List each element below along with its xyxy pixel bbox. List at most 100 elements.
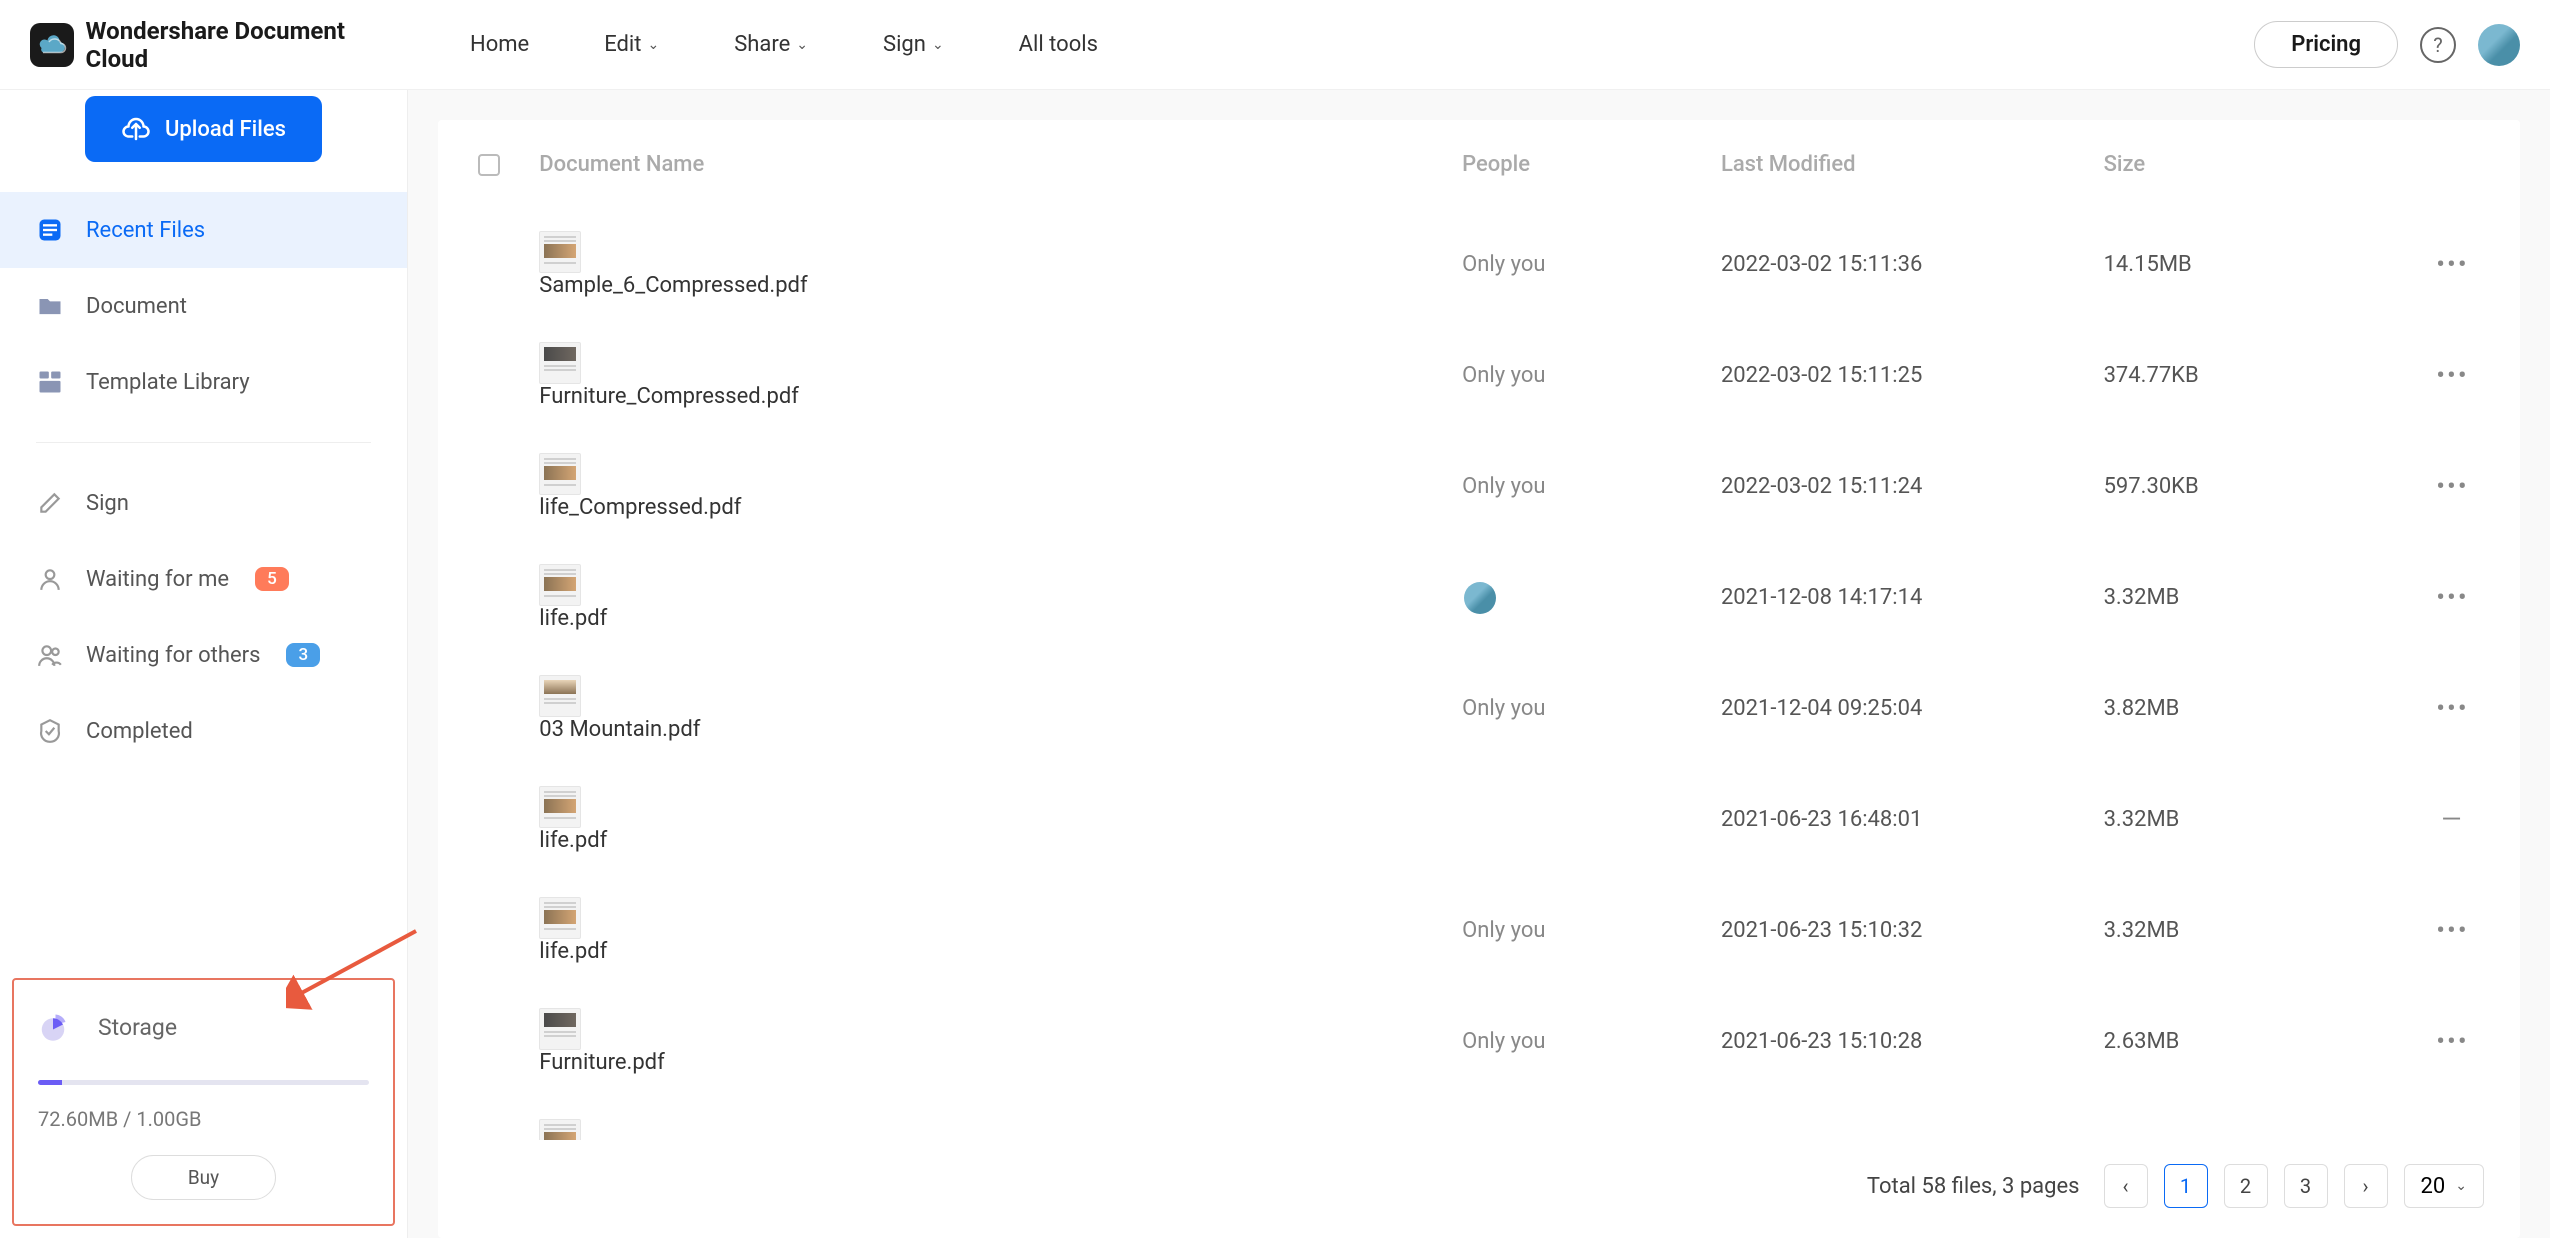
- table-row[interactable]: life_Compressed.pdfOnly you2022-03-02 15…: [438, 431, 2520, 542]
- col-name[interactable]: Document Name: [539, 120, 1462, 209]
- file-name: life_Compressed.pdf: [539, 495, 741, 520]
- table-row[interactable]: Furniture_Compressed.pdf Only you2022-03-…: [438, 320, 2520, 431]
- person-icon: [36, 565, 64, 593]
- chevron-down-icon: ⌄: [647, 37, 659, 53]
- no-actions: —: [2441, 1138, 2463, 1141]
- nav-all-tools[interactable]: All tools: [1019, 32, 1098, 57]
- next-page-button[interactable]: ›: [2344, 1164, 2388, 1208]
- file-name: life.pdf: [539, 606, 607, 631]
- sidebar-item-label: Waiting for me: [86, 567, 229, 592]
- table-row[interactable]: Sample_6.pdf2021-05-31 22:40:0133.39MB—: [438, 1097, 2520, 1140]
- storage-usage-text: 72.60MB / 1.00GB: [38, 1107, 369, 1131]
- more-actions-icon[interactable]: •••: [2436, 694, 2468, 724]
- file-size: 597.30KB: [2104, 431, 2385, 542]
- people-icon: [36, 641, 64, 669]
- table-row[interactable]: life.pdfOnly you2021-06-23 15:10:323.32M…: [438, 875, 2520, 986]
- storage-title: Storage: [98, 1014, 177, 1041]
- header-right: Pricing ?: [2254, 21, 2520, 68]
- col-people[interactable]: People: [1462, 120, 1721, 209]
- page-button-2[interactable]: 2: [2224, 1164, 2268, 1208]
- prev-page-button[interactable]: ‹: [2104, 1164, 2148, 1208]
- badge-count: 3: [286, 643, 320, 667]
- brand-text: Wondershare Document Cloud: [86, 17, 410, 73]
- pagination-total: Total 58 files, 3 pages: [1867, 1174, 2080, 1199]
- content-area: Document Name People Last Modified Size …: [408, 90, 2550, 1238]
- file-modified: 2021-06-23 16:48:01: [1721, 764, 2104, 875]
- file-thumb: [539, 453, 581, 495]
- cloud-upload-icon: [121, 114, 151, 144]
- file-size: 3.32MB: [2104, 764, 2385, 875]
- col-size[interactable]: Size: [2104, 120, 2385, 209]
- top-nav: Home Edit⌄ Share⌄ Sign⌄ All tools: [410, 32, 2254, 57]
- file-size: 3.32MB: [2104, 542, 2385, 653]
- nav-sign[interactable]: Sign⌄: [883, 32, 944, 57]
- file-thumb: [539, 1008, 581, 1050]
- sidebar-template-library[interactable]: Template Library: [0, 344, 407, 420]
- sidebar-completed[interactable]: Completed: [0, 693, 407, 769]
- pen-icon: [36, 489, 64, 517]
- file-size: 3.32MB: [2104, 875, 2385, 986]
- sidebar-item-label: Recent Files: [86, 218, 205, 243]
- pie-chart-icon: [38, 1012, 68, 1042]
- chevron-down-icon: ⌄: [796, 37, 808, 53]
- file-name: Furniture_Compressed.pdf: [539, 384, 799, 409]
- nav-home[interactable]: Home: [470, 32, 529, 57]
- sidebar-item-label: Completed: [86, 719, 193, 744]
- file-modified: 2022-03-02 15:11:36: [1721, 209, 2104, 320]
- user-avatar[interactable]: [2478, 24, 2520, 66]
- table-row[interactable]: life.pdf 2021-06-23 16:48:013.32MB —: [438, 764, 2520, 875]
- file-modified: 2022-03-02 15:11:24: [1721, 431, 2104, 542]
- page-button-1[interactable]: 1: [2164, 1164, 2208, 1208]
- table-row[interactable]: 03 Mountain.pdfOnly you2021-12-04 09:25:…: [438, 653, 2520, 764]
- sidebar-waiting-for-me[interactable]: Waiting for me 5: [0, 541, 407, 617]
- no-actions: —: [2441, 805, 2463, 835]
- sidebar-recent-files[interactable]: Recent Files: [0, 192, 407, 268]
- file-modified: 2022-03-02 15:11:25: [1721, 320, 2104, 431]
- more-actions-icon[interactable]: •••: [2436, 583, 2468, 613]
- table-row[interactable]: life.pdf2021-12-08 14:17:143.32MB•••: [438, 542, 2520, 653]
- sidebar-item-label: Sign: [86, 491, 129, 516]
- sidebar-sign[interactable]: Sign: [0, 465, 407, 541]
- shield-check-icon: [36, 717, 64, 745]
- file-name: life.pdf: [539, 828, 607, 853]
- file-thumb: [539, 564, 581, 606]
- badge-count: 5: [255, 567, 289, 591]
- upload-button[interactable]: Upload Files: [85, 96, 322, 162]
- file-name: Furniture.pdf: [539, 1050, 664, 1075]
- file-modified: 2021-12-04 09:25:04: [1721, 653, 2104, 764]
- more-actions-icon[interactable]: •••: [2436, 250, 2468, 280]
- nav-share[interactable]: Share⌄: [734, 32, 808, 57]
- file-size: 2.63MB: [2104, 986, 2385, 1097]
- select-all-checkbox[interactable]: [478, 154, 500, 176]
- files-table: Document Name People Last Modified Size …: [438, 120, 2520, 1140]
- nav-edit[interactable]: Edit⌄: [604, 32, 659, 57]
- sidebar-document[interactable]: Document: [0, 268, 407, 344]
- file-people: Only you: [1462, 209, 1721, 320]
- col-modified[interactable]: Last Modified: [1721, 120, 2104, 209]
- page-button-3[interactable]: 3: [2284, 1164, 2328, 1208]
- more-actions-icon[interactable]: •••: [2436, 472, 2468, 502]
- template-icon: [36, 368, 64, 396]
- file-size: 14.15MB: [2104, 209, 2385, 320]
- file-people: [1462, 764, 1721, 875]
- file-modified: 2021-06-23 15:10:32: [1721, 875, 2104, 986]
- logo-section[interactable]: Wondershare Document Cloud: [30, 17, 410, 73]
- page-size-select[interactable]: 20 ⌄: [2404, 1164, 2484, 1208]
- file-thumb: [539, 786, 581, 828]
- cloud-logo-icon: [30, 23, 74, 67]
- table-row[interactable]: Sample_6_Compressed.pdfOnly you2022-03-0…: [438, 209, 2520, 320]
- file-people: Only you: [1462, 320, 1721, 431]
- storage-bar: [38, 1080, 369, 1085]
- sidebar-waiting-for-others[interactable]: Waiting for others 3: [0, 617, 407, 693]
- buy-button[interactable]: Buy: [131, 1155, 276, 1200]
- more-actions-icon[interactable]: •••: [2436, 1027, 2468, 1057]
- upload-label: Upload Files: [165, 117, 286, 142]
- recent-files-icon: [36, 216, 64, 244]
- more-actions-icon[interactable]: •••: [2436, 361, 2468, 391]
- pricing-button[interactable]: Pricing: [2254, 21, 2398, 68]
- file-modified: 2021-05-31 22:40:01: [1721, 1097, 2104, 1140]
- table-row[interactable]: Furniture.pdfOnly you2021-06-23 15:10:28…: [438, 986, 2520, 1097]
- help-icon[interactable]: ?: [2420, 27, 2456, 63]
- file-size: 33.39MB: [2104, 1097, 2385, 1140]
- more-actions-icon[interactable]: •••: [2436, 916, 2468, 946]
